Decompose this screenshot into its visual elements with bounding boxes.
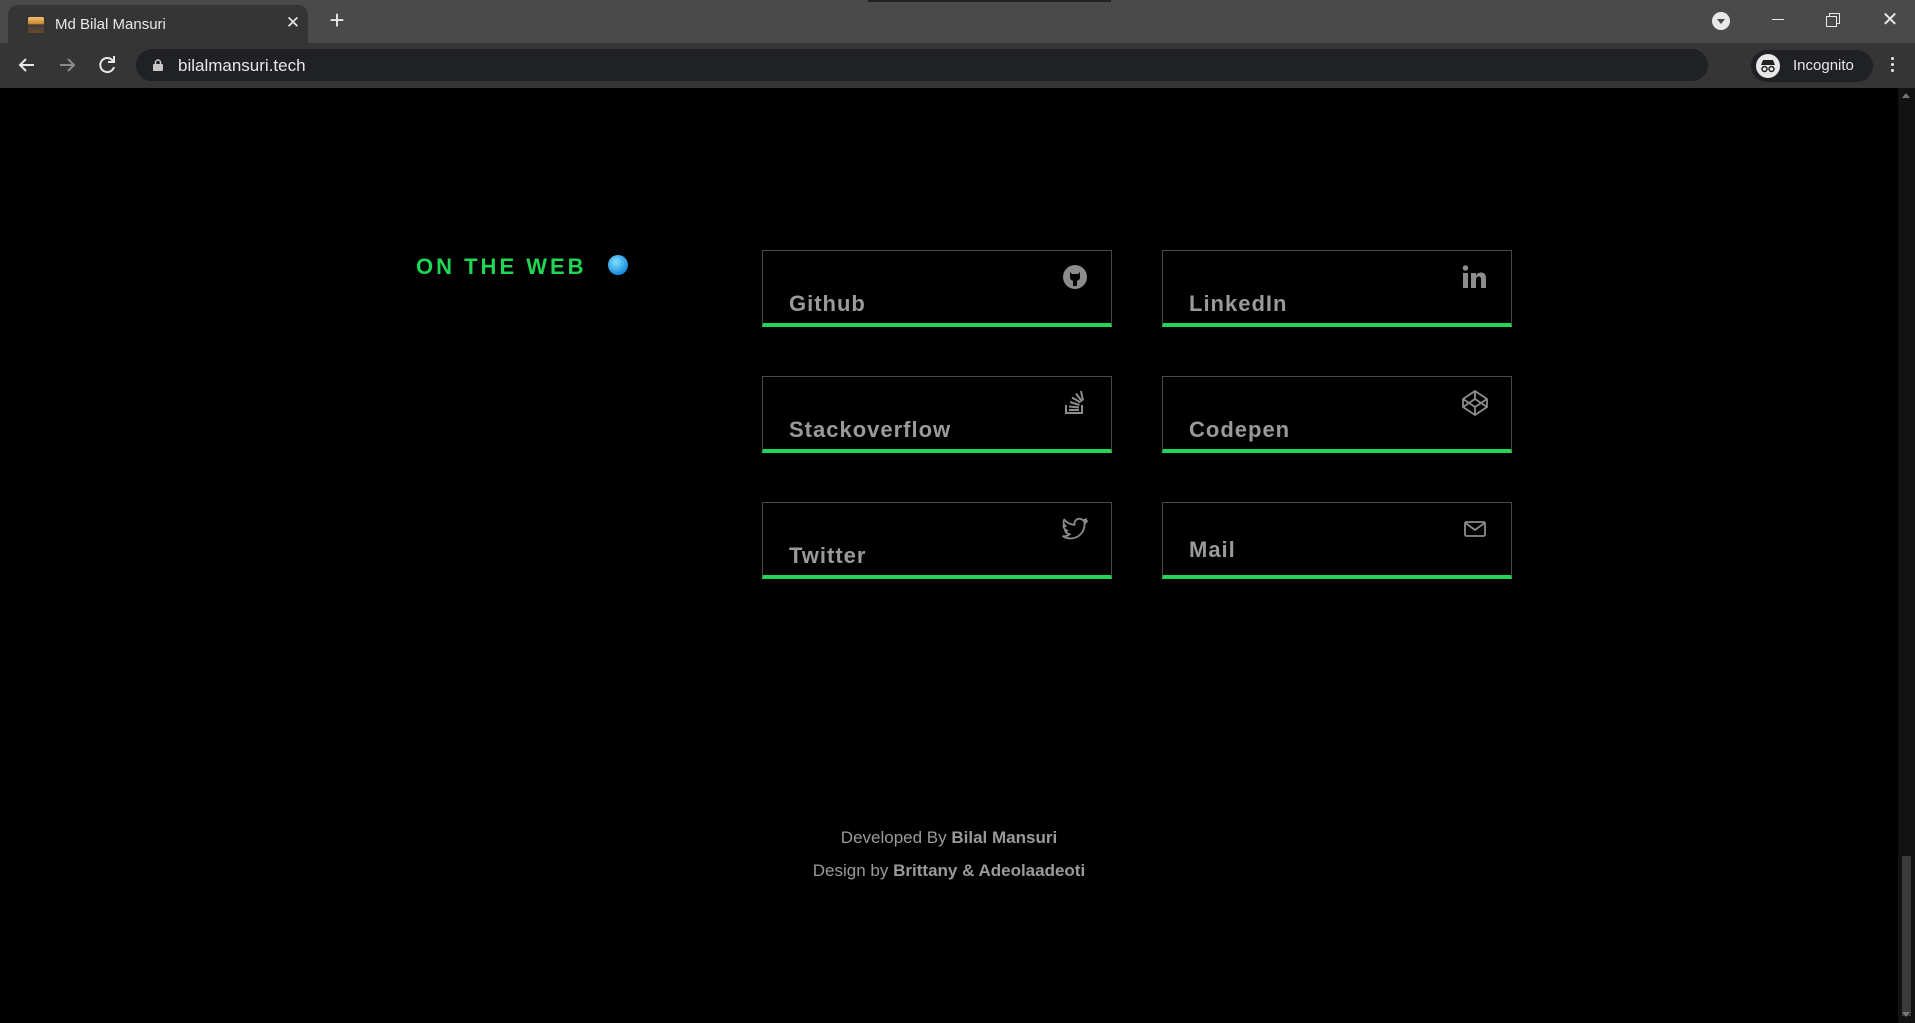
- minimize-icon[interactable]: [1758, 6, 1798, 34]
- link-label: Codepen: [1189, 417, 1291, 442]
- link-label: Github: [789, 291, 866, 316]
- footer-design-prefix: Design by: [812, 861, 889, 880]
- scroll-down-icon[interactable]: [1902, 1012, 1910, 1017]
- profile-label: Incognito: [1793, 57, 1854, 74]
- tab-strip: Md Bilal Mansuri ✕ + ✕: [0, 0, 1915, 43]
- globe-icon: [608, 255, 628, 275]
- incognito-profile-button[interactable]: Incognito: [1751, 50, 1873, 82]
- link-label: Twitter: [789, 543, 867, 568]
- footer-designers: Brittany & Adeolaadeoti: [893, 861, 1086, 880]
- link-card-stackoverflow[interactable]: Stackoverflow: [762, 376, 1112, 453]
- linkedin-icon: [1462, 265, 1486, 288]
- new-tab-icon[interactable]: +: [325, 7, 349, 33]
- lock-icon: [153, 59, 163, 71]
- link-card-twitter[interactable]: Twitter: [762, 502, 1112, 579]
- scroll-up-icon[interactable]: [1902, 93, 1910, 98]
- link-card-linkedin[interactable]: LinkedIn: [1162, 250, 1512, 327]
- browser-tab[interactable]: Md Bilal Mansuri ✕: [8, 5, 308, 43]
- link-label: Mail: [1189, 537, 1236, 562]
- kebab-menu-icon[interactable]: [1882, 53, 1902, 77]
- footer-developer-name: Bilal Mansuri: [951, 828, 1058, 847]
- drag-region: [868, 0, 1111, 2]
- twitter-icon: [1062, 517, 1088, 540]
- reload-icon[interactable]: [93, 51, 121, 79]
- section-title: ON THE WEB: [416, 254, 587, 279]
- stackoverflow-icon: [1065, 390, 1084, 414]
- link-label: LinkedIn: [1189, 291, 1288, 316]
- footer-developed-prefix: Developed By: [840, 828, 947, 847]
- link-card-github[interactable]: Github: [762, 250, 1112, 327]
- footer-design-by: Design by Brittany & Adeolaadeoti: [0, 861, 1898, 881]
- browser-toolbar: bilalmansuri.tech ☆ Incognito: [0, 43, 1915, 88]
- close-tab-icon[interactable]: ✕: [283, 13, 303, 33]
- restore-icon[interactable]: [1813, 6, 1853, 34]
- incognito-icon: [1756, 54, 1780, 78]
- favicon-icon: [28, 17, 44, 33]
- back-icon[interactable]: [13, 51, 41, 79]
- link-card-codepen[interactable]: Codepen: [1162, 376, 1512, 453]
- tab-title: Md Bilal Mansuri: [55, 16, 166, 33]
- link-label: Stackoverflow: [789, 417, 952, 442]
- tab-search-icon[interactable]: [1712, 12, 1730, 30]
- link-card-mail[interactable]: Mail: [1162, 502, 1512, 579]
- forward-icon[interactable]: [53, 51, 81, 79]
- address-bar[interactable]: bilalmansuri.tech ☆: [136, 49, 1866, 81]
- github-icon: [1063, 265, 1087, 289]
- page-scrollbar[interactable]: [1898, 88, 1915, 1023]
- url-text: bilalmansuri.tech: [178, 56, 306, 75]
- footer-developed-by: Developed By Bilal Mansuri: [0, 828, 1898, 848]
- codepen-icon: [1462, 390, 1488, 416]
- scroll-thumb[interactable]: [1902, 856, 1911, 1016]
- close-window-icon[interactable]: ✕: [1870, 6, 1910, 34]
- mail-icon: [1464, 521, 1486, 537]
